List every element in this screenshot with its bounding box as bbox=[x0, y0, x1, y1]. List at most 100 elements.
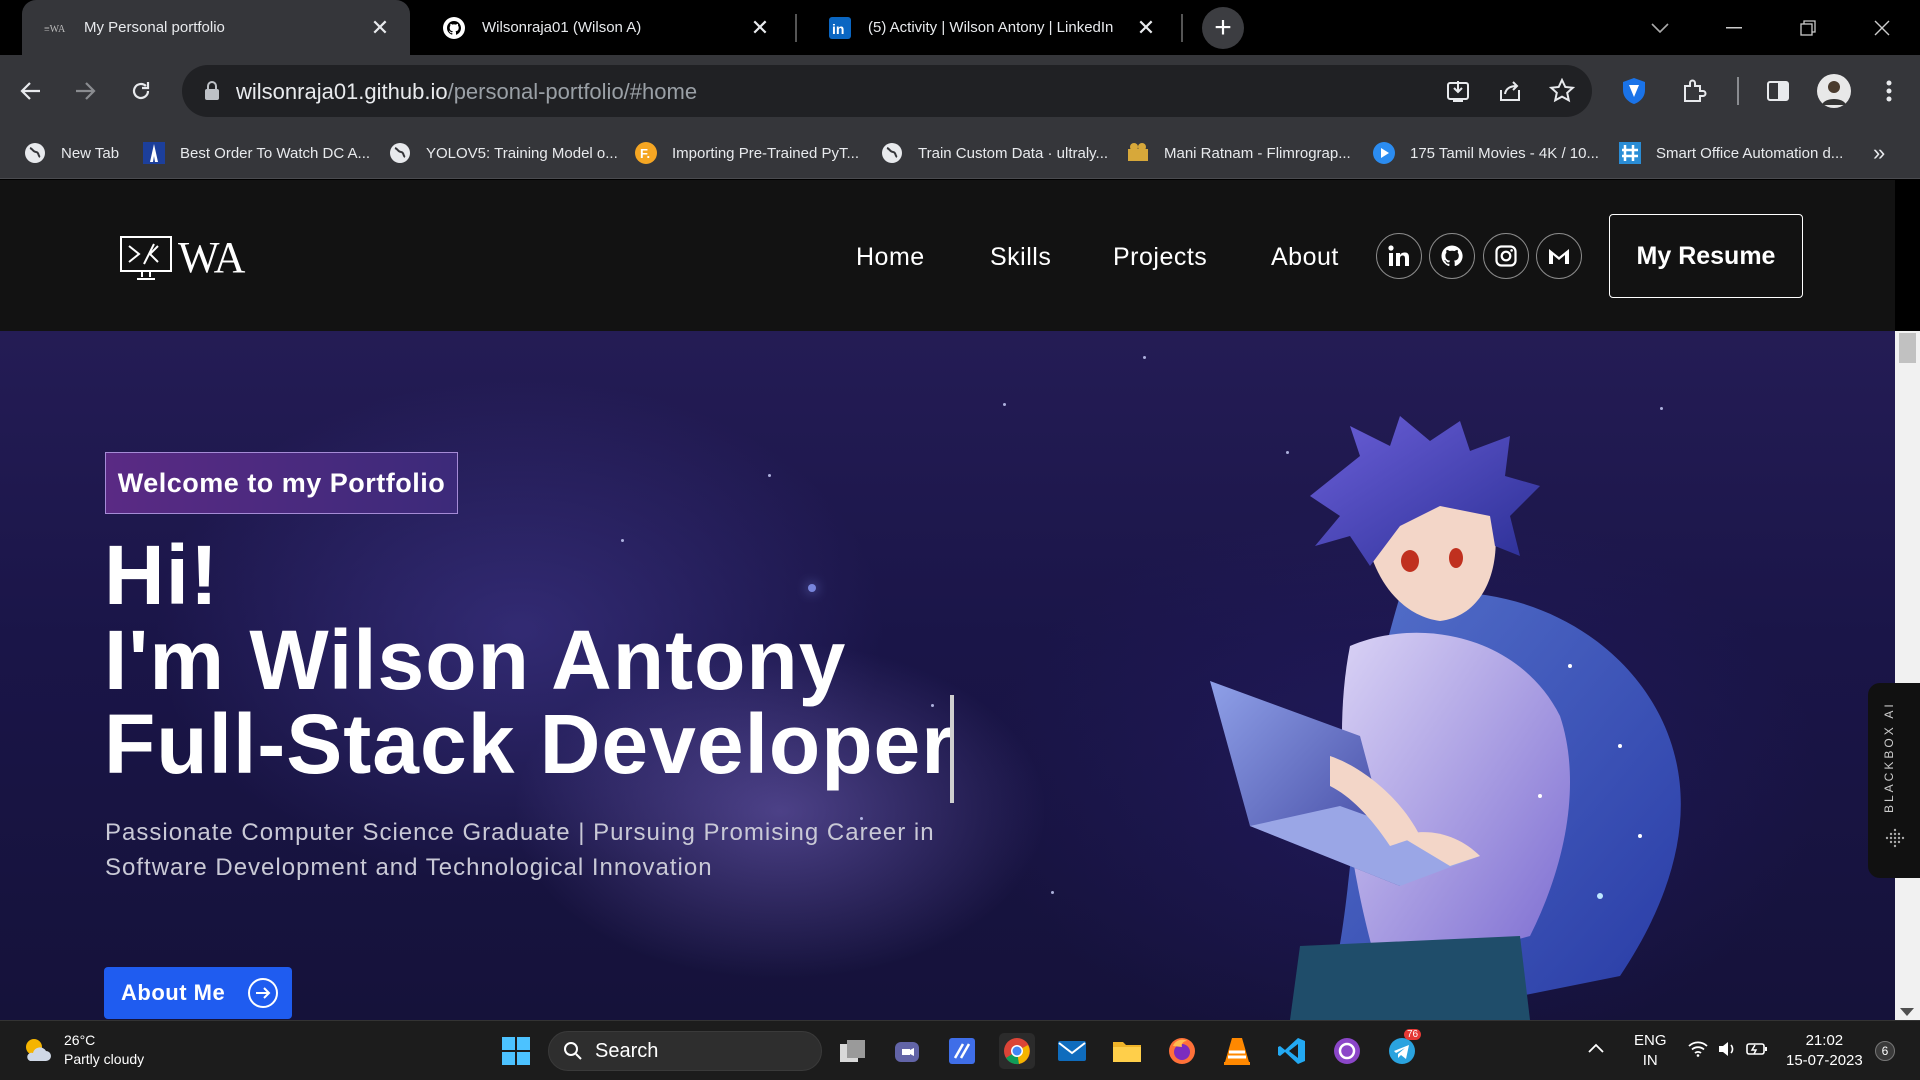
new-tab-button[interactable]: + bbox=[1202, 7, 1244, 49]
bookmark-label: New Tab bbox=[61, 144, 120, 162]
weather-widget[interactable]: 26°C Partly cloudy bbox=[22, 1031, 144, 1069]
close-tab-icon[interactable]: ✕ bbox=[1134, 15, 1158, 40]
star-decoration bbox=[1660, 407, 1663, 410]
bookmark-item[interactable]: YOLOV5: Training Model o... bbox=[388, 127, 618, 179]
page-scrollbar[interactable] bbox=[1895, 331, 1920, 1020]
calculator-app-icon[interactable] bbox=[944, 1033, 980, 1069]
wifi-icon bbox=[1688, 1041, 1708, 1057]
bookmark-star-icon[interactable] bbox=[1548, 77, 1576, 109]
site-logo[interactable]: WA bbox=[120, 232, 245, 283]
github-icon[interactable] bbox=[1429, 233, 1475, 279]
bookmark-label: Smart Office Automation d... bbox=[1656, 144, 1844, 162]
star-decoration bbox=[1143, 356, 1146, 359]
star-decoration bbox=[808, 584, 816, 592]
tab-portfolio[interactable]: ≡WA My Personal portfolio ✕ bbox=[22, 0, 410, 55]
more-bookmarks-icon[interactable]: » bbox=[1873, 127, 1885, 179]
reload-icon[interactable] bbox=[121, 71, 161, 111]
wa-favicon-icon: ≡WA bbox=[44, 16, 68, 40]
bookmark-label: Best Order To Watch DC A... bbox=[180, 144, 371, 162]
f-icon: F. bbox=[634, 141, 658, 165]
language-indicator[interactable]: ENG IN bbox=[1634, 1031, 1667, 1071]
typing-cursor bbox=[950, 695, 954, 803]
menu-dots-icon[interactable] bbox=[1869, 71, 1909, 111]
svg-text:≡WA: ≡WA bbox=[44, 24, 66, 35]
firefox-icon[interactable] bbox=[1164, 1033, 1200, 1069]
bookmarks-bar: New Tab Best Order To Watch DC A... YOLO… bbox=[0, 127, 1920, 179]
toolbar-divider bbox=[1737, 77, 1739, 105]
github-icon bbox=[442, 16, 466, 40]
tab-linkedin[interactable]: in (5) Activity | Wilson Antony | Linked… bbox=[806, 0, 1176, 55]
show-hidden-icons-icon[interactable] bbox=[1588, 1039, 1604, 1059]
weather-temperature: 26°C bbox=[64, 1032, 96, 1048]
close-window-icon[interactable] bbox=[1852, 0, 1912, 55]
file-explorer-icon[interactable] bbox=[1109, 1033, 1145, 1069]
forward-icon[interactable] bbox=[65, 71, 105, 111]
mail-icon[interactable] bbox=[1054, 1033, 1090, 1069]
close-tab-icon[interactable]: ✕ bbox=[748, 15, 772, 40]
system-tray-status[interactable] bbox=[1688, 1041, 1768, 1057]
url-text[interactable]: wilsonraja01.github.io/personal-portfoli… bbox=[236, 79, 697, 105]
hero-greeting: Hi! bbox=[104, 528, 219, 622]
task-view-icon[interactable] bbox=[835, 1033, 871, 1069]
scroll-down-arrow-icon[interactable] bbox=[1900, 1008, 1914, 1016]
bookmark-item[interactable]: F. Importing Pre-Trained PyT... bbox=[634, 127, 859, 179]
bookmark-item[interactable]: Best Order To Watch DC A... bbox=[142, 127, 370, 179]
nav-about[interactable]: About bbox=[1271, 243, 1339, 272]
bookmark-item[interactable]: New Tab bbox=[23, 127, 119, 179]
chrome-icon[interactable] bbox=[999, 1033, 1035, 1069]
web-page: WA Home Skills Projects About My Resume bbox=[0, 180, 1920, 1020]
shield-extension-icon[interactable] bbox=[1614, 71, 1654, 111]
tab-title: My Personal portfolio bbox=[84, 19, 225, 36]
anime-developer-illustration bbox=[1210, 416, 1681, 1020]
clock[interactable]: 21:02 15-07-2023 bbox=[1786, 1031, 1863, 1071]
extensions-icon[interactable] bbox=[1674, 71, 1714, 111]
tab-title: (5) Activity | Wilson Antony | LinkedIn bbox=[868, 19, 1114, 36]
bookmark-item[interactable]: Mani Ratnam - Flimrograp... bbox=[1126, 127, 1351, 179]
share-icon[interactable] bbox=[1497, 78, 1523, 109]
hero-section: Welcome to my Portfolio Hi! I'm Wilson A… bbox=[0, 331, 1895, 1020]
tab-title: Wilsonraja01 (Wilson A) bbox=[482, 19, 642, 36]
close-tab-icon[interactable]: ✕ bbox=[368, 15, 392, 40]
profile-avatar[interactable] bbox=[1814, 71, 1854, 111]
telegram-icon[interactable]: 76 bbox=[1384, 1029, 1422, 1069]
side-panel-icon[interactable] bbox=[1758, 71, 1798, 111]
windows-start-icon[interactable] bbox=[498, 1033, 534, 1069]
welcome-badge: Welcome to my Portfolio bbox=[105, 452, 458, 514]
bookmark-label: Mani Ratnam - Flimrograp... bbox=[1164, 144, 1351, 162]
taskbar-search[interactable]: Search bbox=[548, 1031, 822, 1071]
nav-home[interactable]: Home bbox=[856, 243, 925, 272]
play-icon bbox=[1372, 141, 1396, 165]
windows-taskbar: 26°C Partly cloudy Search 76 ENG IN 21:0… bbox=[0, 1020, 1920, 1080]
search-icon bbox=[564, 1042, 582, 1060]
teams-meet-icon[interactable] bbox=[889, 1033, 925, 1069]
minimize-icon[interactable] bbox=[1704, 0, 1764, 55]
bookmark-item[interactable]: Train Custom Data · ultraly... bbox=[880, 127, 1108, 179]
instagram-icon[interactable] bbox=[1483, 233, 1529, 279]
logo-text: WA bbox=[178, 233, 245, 282]
blackbox-ai-widget[interactable]: BLACKBOX AI bbox=[1868, 683, 1920, 878]
address-bar[interactable]: wilsonraja01.github.io/personal-portfoli… bbox=[182, 65, 1592, 117]
lock-icon[interactable] bbox=[204, 81, 220, 106]
vlc-icon[interactable] bbox=[1219, 1033, 1255, 1069]
dc-icon bbox=[142, 141, 166, 165]
tab-github[interactable]: Wilsonraja01 (Wilson A) ✕ bbox=[420, 0, 790, 55]
scrollbar-thumb[interactable] bbox=[1899, 333, 1916, 363]
hero-name: I'm Wilson Antony bbox=[104, 613, 847, 707]
bookmark-item[interactable]: Smart Office Automation d... bbox=[1618, 127, 1843, 179]
restore-icon[interactable] bbox=[1778, 0, 1838, 55]
linkedin-icon[interactable] bbox=[1376, 233, 1422, 279]
bookmark-item[interactable]: 175 Tamil Movies - 4K / 10... bbox=[1372, 127, 1599, 179]
globe-icon bbox=[388, 141, 412, 165]
weather-condition: Partly cloudy bbox=[64, 1051, 145, 1067]
nav-projects[interactable]: Projects bbox=[1113, 243, 1207, 272]
gmail-icon[interactable] bbox=[1536, 233, 1582, 279]
tab-search-icon[interactable] bbox=[1630, 0, 1690, 55]
nav-skills[interactable]: Skills bbox=[990, 243, 1051, 272]
vscode-icon[interactable] bbox=[1274, 1033, 1310, 1069]
install-app-icon[interactable] bbox=[1445, 78, 1471, 109]
github-desktop-icon[interactable] bbox=[1329, 1033, 1365, 1069]
resume-button[interactable]: My Resume bbox=[1609, 214, 1803, 298]
about-me-button[interactable]: About Me bbox=[104, 967, 292, 1019]
back-icon[interactable] bbox=[11, 71, 51, 111]
notification-count-badge[interactable]: 6 bbox=[1875, 1041, 1895, 1061]
